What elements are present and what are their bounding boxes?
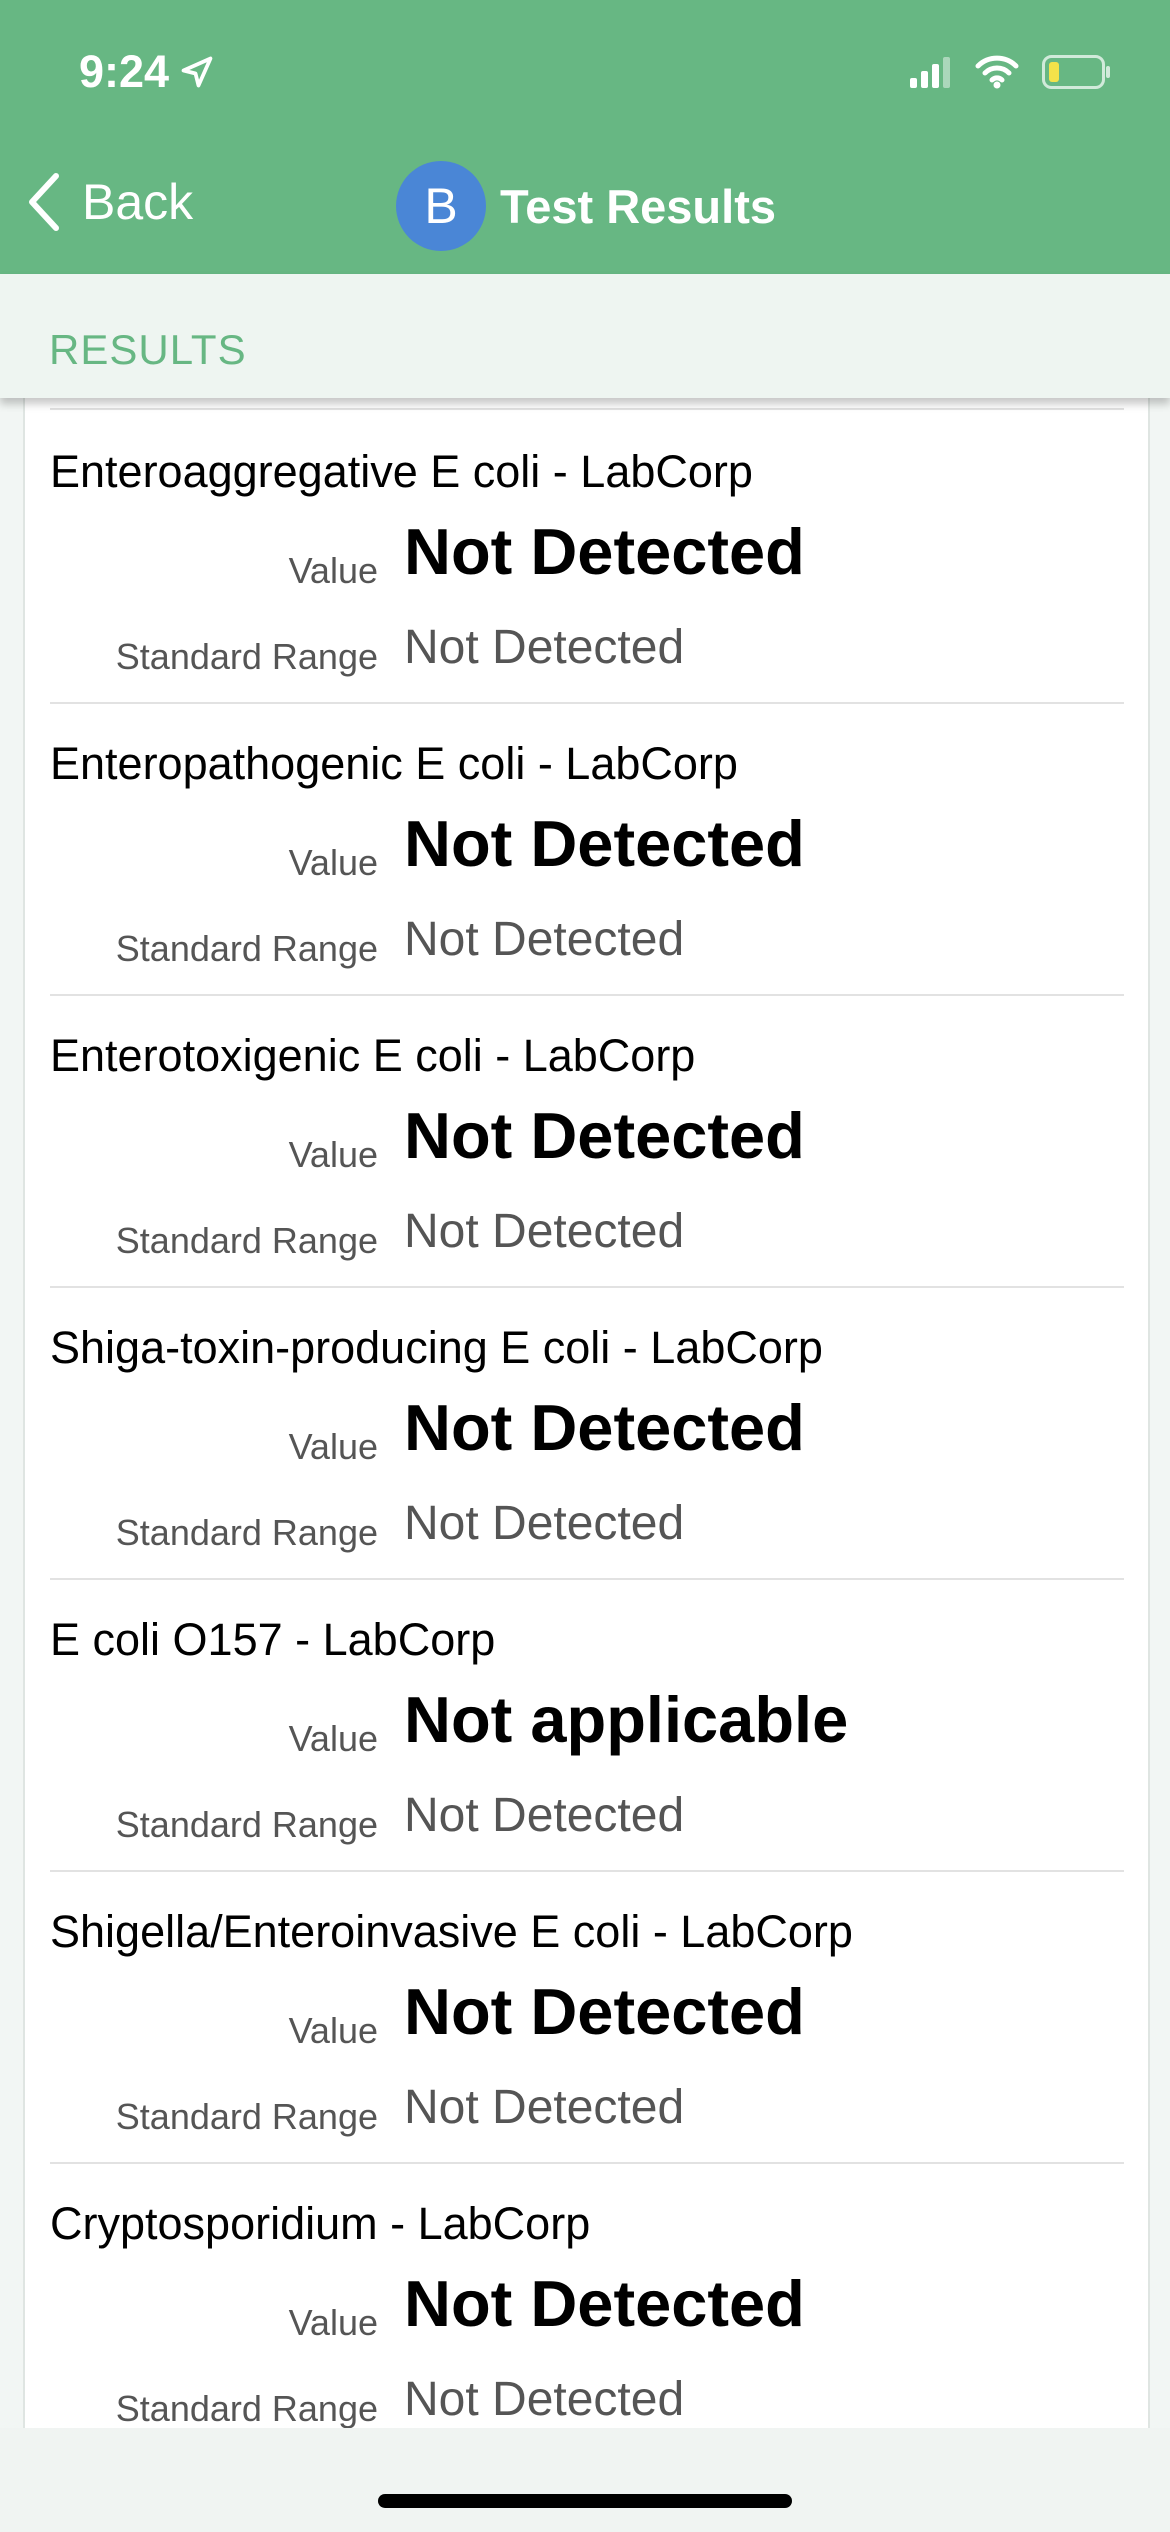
standard-range-value: Not Detected — [404, 1497, 685, 1550]
chevron-left-icon — [29, 173, 59, 231]
result-item[interactable]: Enterotoxigenic E coli - LabCorp Value N… — [50, 994, 1124, 1288]
standard-range-value: Not Detected — [404, 2081, 685, 2134]
result-name: Enterotoxigenic E coli - LabCorp — [50, 1030, 696, 1081]
result-item[interactable]: E coli O157 - LabCorp Value Not applicab… — [50, 1578, 1124, 1872]
result-item[interactable]: Shiga-toxin-producing E coli - LabCorp V… — [50, 1286, 1124, 1580]
avatar: B — [396, 161, 486, 251]
result-name: E coli O157 - LabCorp — [50, 1614, 496, 1665]
battery-icon — [1042, 55, 1110, 89]
home-indicator[interactable] — [378, 2494, 792, 2508]
standard-range-label: Standard Range — [115, 928, 378, 969]
standard-range-value: Not Detected — [404, 621, 685, 674]
result-value: Not Detected — [404, 1099, 805, 1172]
app-header: 9:24 Back B Test Results — [0, 0, 1170, 274]
section-label: RESULTS — [49, 326, 247, 373]
value-label: Value — [288, 550, 378, 591]
standard-range-label: Standard Range — [115, 636, 378, 677]
standard-range-value: Not Detected — [404, 1789, 685, 1842]
back-button[interactable]: Back — [26, 172, 193, 232]
result-name: Shigella/Enteroinvasive E coli - LabCorp — [50, 1906, 853, 1957]
section-header: RESULTS — [0, 274, 1170, 398]
result-name: Shiga-toxin-producing E coli - LabCorp — [50, 1322, 823, 1373]
standard-range-label: Standard Range — [115, 1804, 378, 1845]
result-name: Cryptosporidium - LabCorp — [50, 2198, 591, 2249]
value-label: Value — [288, 842, 378, 883]
result-value: Not Detected — [404, 2267, 805, 2340]
cellular-signal-icon — [910, 57, 950, 88]
value-label: Value — [288, 2302, 378, 2343]
standard-range-label: Standard Range — [115, 2388, 378, 2428]
status-indicators — [910, 55, 1112, 89]
results-list: Enteroaggregative E coli - LabCorp Value… — [23, 398, 1150, 2428]
result-value: Not applicable — [404, 1683, 849, 1756]
standard-range-label: Standard Range — [115, 1220, 378, 1261]
result-name: Enteroaggregative E coli - LabCorp — [50, 446, 753, 497]
standard-range-label: Standard Range — [115, 1512, 378, 1553]
back-label: Back — [82, 174, 194, 230]
value-label: Value — [288, 1718, 378, 1759]
result-item[interactable]: Enteropathogenic E coli - LabCorp Value … — [50, 702, 1124, 996]
standard-range-label: Standard Range — [115, 2096, 378, 2137]
wifi-icon — [975, 55, 1019, 89]
result-value: Not Detected — [404, 1975, 805, 2048]
result-value: Not Detected — [404, 1391, 805, 1464]
result-name: Enteropathogenic E coli - LabCorp — [50, 738, 738, 789]
page-title: Test Results — [500, 179, 776, 233]
standard-range-value: Not Detected — [404, 913, 685, 966]
nav-title: B Test Results — [396, 161, 776, 251]
standard-range-value: Not Detected — [404, 1205, 685, 1258]
home-indicator-area — [0, 2428, 1170, 2532]
value-label: Value — [288, 1134, 378, 1175]
result-value: Not Detected — [404, 515, 805, 588]
value-label: Value — [288, 2010, 378, 2051]
result-item[interactable]: Cryptosporidium - LabCorp Value Not Dete… — [50, 2162, 1124, 2428]
location-arrow-icon — [181, 56, 213, 88]
result-item[interactable]: Enteroaggregative E coli - LabCorp Value… — [50, 410, 1124, 704]
result-item[interactable]: Shigella/Enteroinvasive E coli - LabCorp… — [50, 1870, 1124, 2164]
status-time: 9:24 — [79, 46, 215, 98]
result-value: Not Detected — [404, 807, 805, 880]
standard-range-value: Not Detected — [404, 2373, 685, 2426]
value-label: Value — [288, 1426, 378, 1467]
status-time-text: 9:24 — [79, 46, 170, 97]
